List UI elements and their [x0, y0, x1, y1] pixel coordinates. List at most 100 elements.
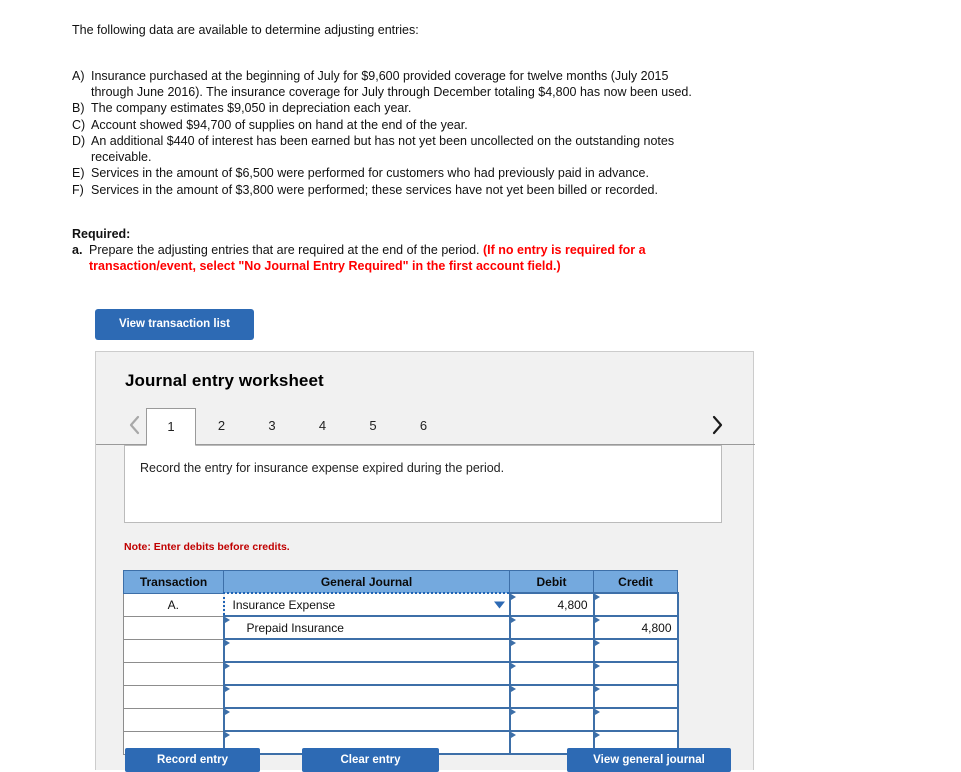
adjusting-data-item-label: D) — [72, 134, 86, 148]
cell-credit[interactable] — [592, 638, 679, 663]
worksheet-tab-5[interactable]: 5 — [348, 408, 398, 445]
journal-entry-table: Transaction General Journal Debit Credit… — [123, 570, 679, 755]
adjusting-data-list: A) Insurance purchased at the beginning o… — [72, 69, 712, 198]
cell-debit[interactable] — [508, 638, 595, 663]
adjusting-data-item-text: Services in the amount of $6,500 were pe… — [91, 166, 649, 180]
required-item-plain: Prepare the adjusting entries that are r… — [89, 243, 484, 257]
cell-transaction[interactable] — [123, 661, 224, 686]
cell-account-name[interactable] — [222, 661, 511, 686]
worksheet-tab-1[interactable]: 1 — [146, 408, 196, 446]
cell-credit[interactable] — [592, 707, 679, 732]
cell-marker-icon — [224, 686, 230, 692]
cell-account-name[interactable] — [222, 684, 511, 709]
cell-credit[interactable] — [592, 592, 679, 617]
cell-transaction[interactable] — [123, 684, 224, 709]
cell-marker-icon — [510, 594, 516, 600]
adjusting-data-item-label: F) — [72, 182, 84, 197]
journal-table-row — [123, 707, 679, 732]
cell-credit-text: 4,800 — [641, 620, 672, 635]
clear-entry-button[interactable]: Clear entry — [302, 748, 439, 772]
cell-debit[interactable] — [508, 615, 595, 640]
adjusting-data-item-text: Services in the amount of $3,800 were pe… — [91, 182, 658, 197]
problem-statement: The following data are available to dete… — [72, 22, 712, 274]
cell-marker-icon — [510, 640, 516, 646]
worksheet-title: Journal entry worksheet — [125, 371, 324, 390]
adjusting-data-item: A) Insurance purchased at the beginning o… — [72, 69, 712, 100]
adjusting-data-item-text: Insurance purchased at the beginning of … — [91, 69, 692, 99]
cell-account-name[interactable] — [222, 707, 511, 732]
view-transaction-list-button[interactable]: View transaction list — [95, 309, 254, 340]
column-header-debit: Debit — [509, 570, 594, 594]
account-dropdown-icon[interactable] — [493, 598, 506, 611]
column-header-credit: Credit — [593, 570, 678, 594]
cell-marker-icon — [510, 709, 516, 715]
cell-account-text: Prepaid Insurance — [246, 620, 344, 635]
adjusting-data-item-text: An additional $440 of interest has been … — [91, 134, 675, 164]
cell-account-text: Insurance Expense — [232, 597, 336, 612]
cell-transaction[interactable]: A. — [123, 592, 224, 617]
journal-table-row: A. Insurance Expense 4,800 — [123, 592, 679, 617]
worksheet-tabstrip: 123456 — [96, 405, 755, 446]
journal-table-row — [123, 684, 679, 709]
worksheet-instruction-text: Record the entry for insurance expense e… — [140, 461, 505, 475]
column-header-transaction: Transaction — [123, 570, 224, 594]
required-item-label: a. — [72, 243, 83, 257]
cell-marker-icon — [594, 686, 600, 692]
cell-transaction[interactable] — [123, 638, 224, 663]
adjusting-data-item-label: A) — [72, 69, 85, 83]
adjusting-data-item: C) Account showed $94,700 of supplies on … — [72, 118, 712, 134]
view-general-journal-button[interactable]: View general journal — [567, 748, 731, 772]
worksheet-tab-2[interactable]: 2 — [197, 408, 247, 445]
adjusting-data-item-label: E) — [72, 166, 85, 180]
worksheet-tab-4[interactable]: 4 — [298, 408, 348, 445]
cell-account-name[interactable]: Prepaid Insurance — [222, 615, 511, 640]
chevron-left-icon[interactable] — [121, 411, 147, 439]
cell-marker-icon — [224, 663, 230, 669]
problem-intro: The following data are available to dete… — [72, 23, 419, 37]
adjusting-data-item-text: Account showed $94,700 of supplies on ha… — [91, 117, 468, 132]
cell-debit[interactable] — [508, 707, 595, 732]
cell-marker-icon — [594, 640, 600, 646]
journal-table-row — [123, 638, 679, 663]
required-item: a. Prepare the adjusting entries that ar… — [72, 243, 712, 274]
cell-marker-icon — [510, 663, 516, 669]
worksheet-tab-3[interactable]: 3 — [247, 408, 297, 445]
required-section: Required: a. Prepare the adjusting entri… — [72, 226, 712, 274]
adjusting-data-item: F) Services in the amount of $3,800 were … — [72, 183, 712, 199]
cell-marker-icon — [224, 617, 230, 623]
cell-transaction[interactable] — [123, 707, 224, 732]
cell-marker-icon — [224, 640, 230, 646]
worksheet-instruction-box: Record the entry for insurance expense e… — [124, 445, 722, 523]
cell-debit[interactable]: 4,800 — [508, 592, 595, 617]
cell-account-name[interactable] — [222, 638, 511, 663]
adjusting-data-item-label: B) — [72, 101, 85, 115]
required-item-text: Prepare the adjusting entries that are r… — [89, 243, 712, 274]
worksheet-tab-6[interactable]: 6 — [399, 408, 449, 445]
chevron-right-icon[interactable] — [704, 411, 730, 439]
journal-table-header-row: Transaction General Journal Debit Credit — [123, 570, 678, 594]
adjusting-data-item: D) An additional $440 of interest has bee… — [72, 134, 712, 165]
adjusting-data-item: B) The company estimates $9,050 in deprec… — [72, 101, 712, 117]
cell-account-name[interactable]: Insurance Expense — [222, 592, 511, 617]
cell-marker-icon — [594, 663, 600, 669]
cell-marker-icon — [594, 732, 600, 738]
journal-table-row: Prepaid Insurance 4,800 — [123, 615, 679, 640]
cell-credit[interactable] — [592, 661, 679, 686]
cell-debit[interactable] — [508, 661, 595, 686]
adjusting-data-item: E) Services in the amount of $6,500 were … — [72, 166, 712, 182]
cell-marker-icon — [594, 594, 600, 600]
cell-marker-icon — [224, 709, 230, 715]
cell-debit[interactable] — [508, 684, 595, 709]
journal-table-row — [123, 661, 679, 686]
required-heading: Required: — [72, 227, 131, 241]
cell-marker-icon — [224, 732, 230, 738]
adjusting-data-item-text: The company estimates $9,050 in deprecia… — [91, 101, 412, 115]
cell-credit[interactable]: 4,800 — [592, 615, 679, 640]
cell-marker-icon — [510, 686, 516, 692]
cell-marker-icon — [510, 732, 516, 738]
cell-credit[interactable] — [592, 684, 679, 709]
cell-transaction[interactable] — [123, 615, 224, 640]
cell-marker-icon — [594, 709, 600, 715]
cell-debit-text: 4,800 — [557, 597, 588, 612]
record-entry-button[interactable]: Record entry — [125, 748, 260, 772]
